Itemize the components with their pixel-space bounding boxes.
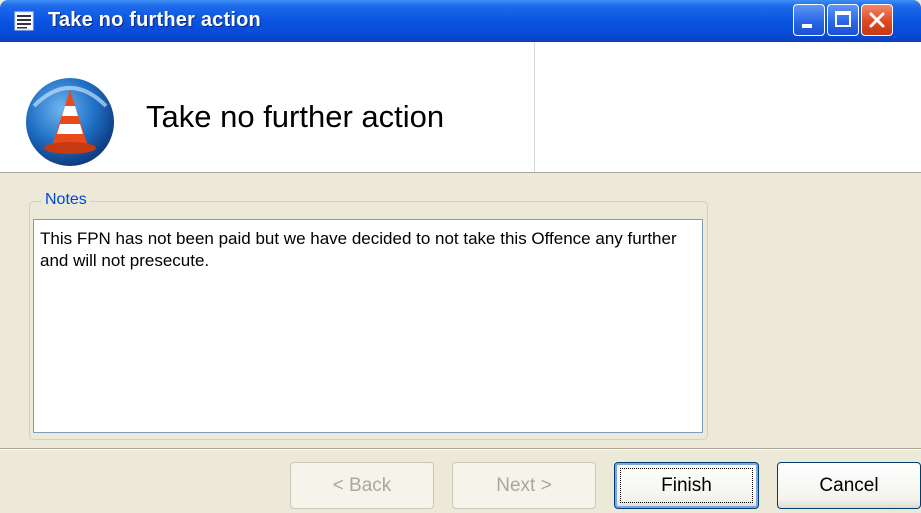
next-button-label: Next >	[496, 474, 552, 496]
finish-button[interactable]: Finish	[614, 462, 759, 509]
traffic-cone-icon	[26, 78, 114, 166]
notes-textarea[interactable]: This FPN has not been paid but we have d…	[33, 219, 703, 433]
minimize-icon	[802, 24, 812, 28]
notes-label: Notes	[42, 191, 90, 209]
wizard-header: Take no further action	[0, 42, 921, 173]
back-button-label: < Back	[332, 474, 392, 496]
window-title: Take no further action	[48, 9, 261, 31]
close-icon	[869, 12, 885, 28]
back-button[interactable]: < Back	[290, 462, 434, 509]
minimize-button[interactable]	[793, 4, 825, 36]
maximize-button[interactable]	[827, 4, 859, 36]
close-button[interactable]	[861, 4, 893, 36]
next-button[interactable]: Next >	[452, 462, 596, 509]
page-title: Take no further action	[146, 99, 445, 134]
footer-divider	[0, 448, 921, 450]
header-divider	[534, 42, 535, 172]
cancel-button-label: Cancel	[819, 474, 879, 496]
title-bar[interactable]: Take no further action	[0, 0, 921, 42]
focus-ring	[620, 468, 753, 503]
window-app-icon	[14, 11, 34, 31]
cancel-button[interactable]: Cancel	[777, 462, 921, 509]
maximize-icon	[835, 11, 851, 27]
